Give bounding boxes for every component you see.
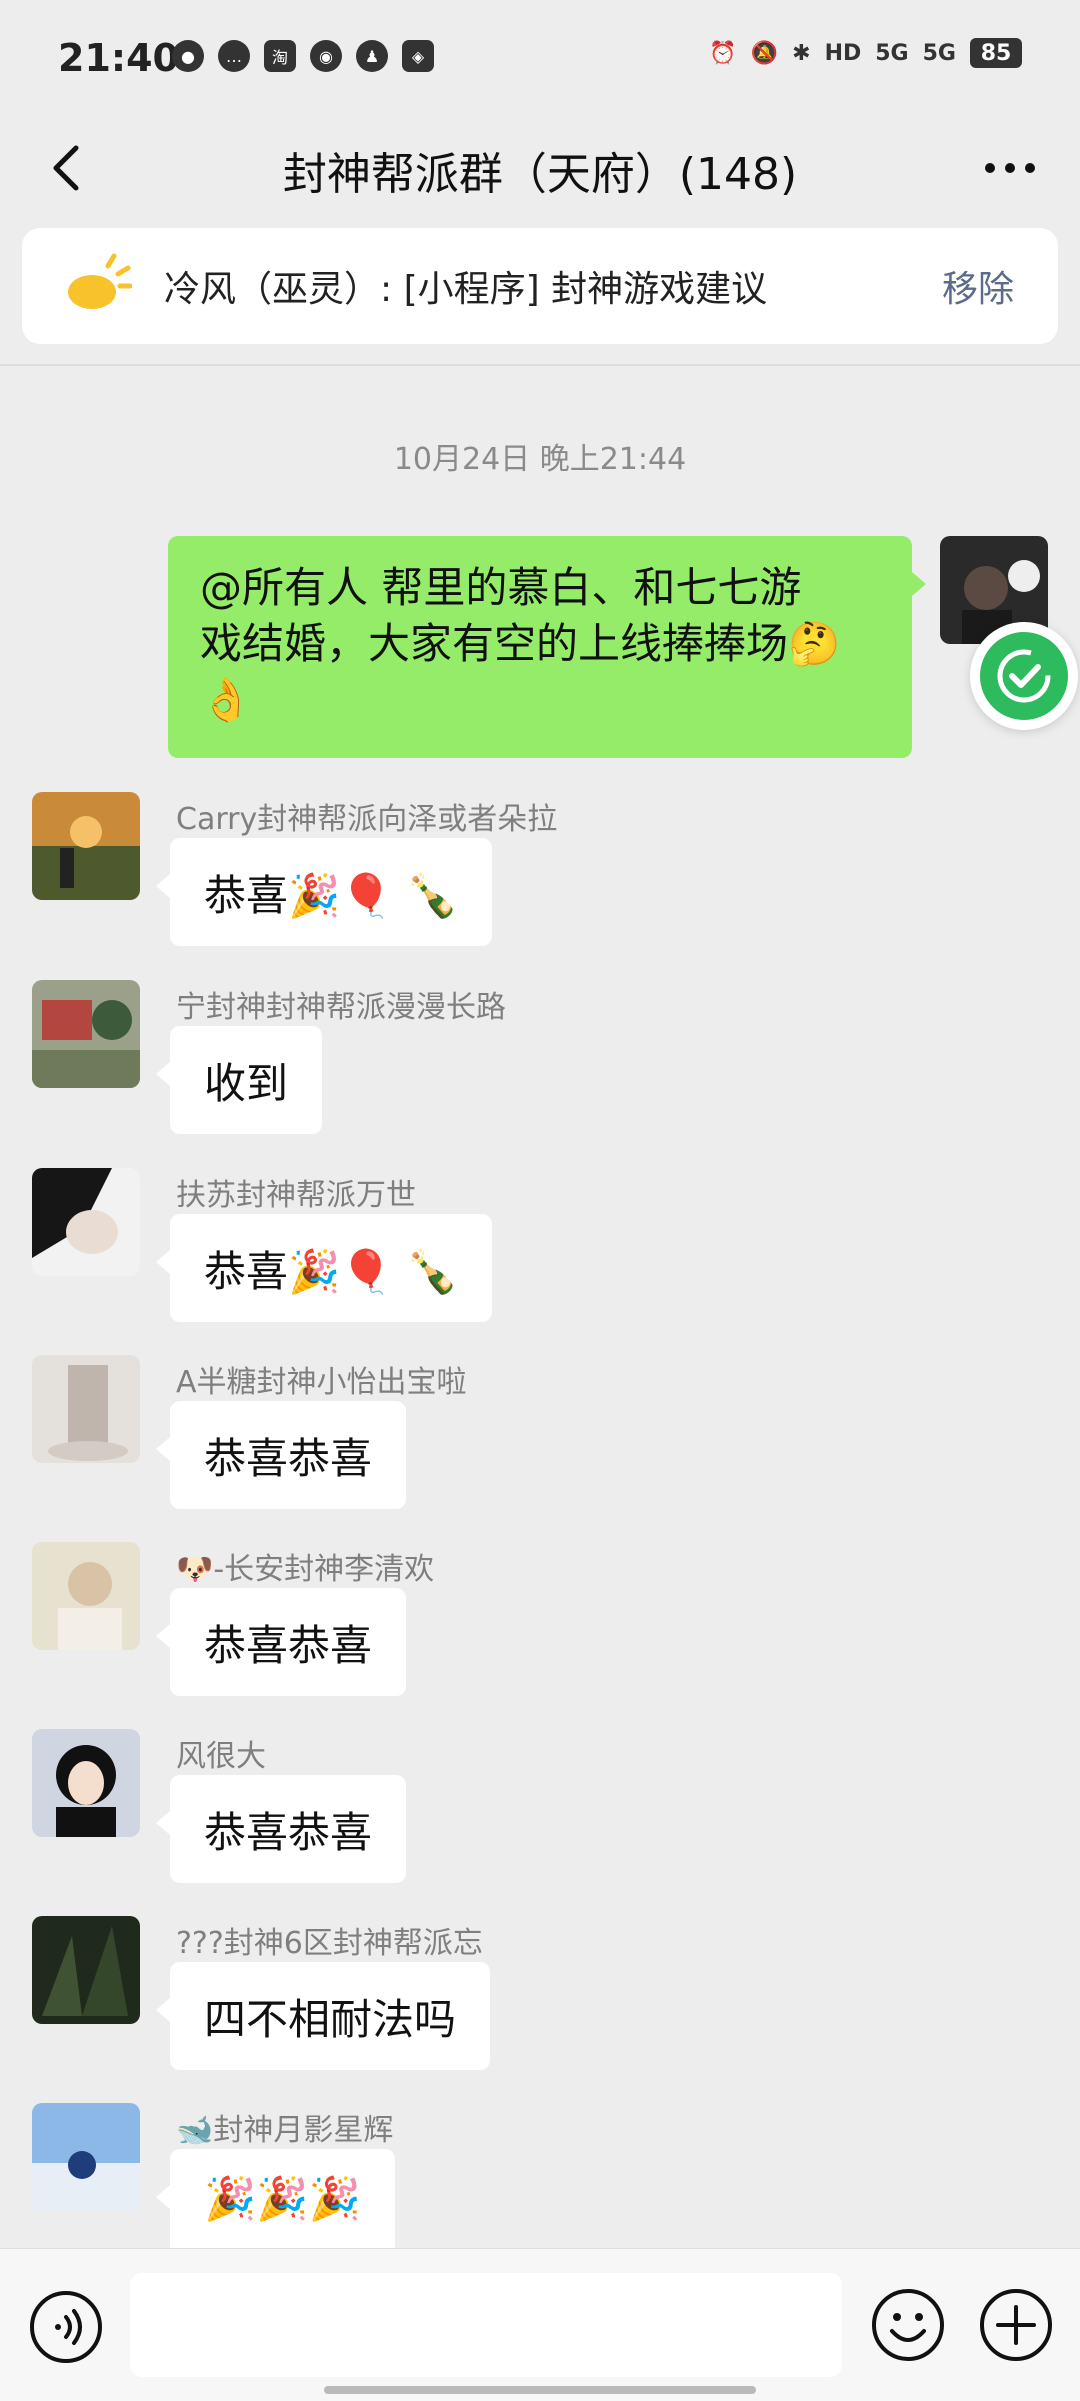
emoji-icon[interactable] xyxy=(870,2287,946,2363)
sent-message-line: @所有人 帮里的慕白、和七七游 xyxy=(200,563,802,612)
message-bubble[interactable]: 恭喜恭喜 xyxy=(155,1401,407,1509)
check-icon xyxy=(997,649,1051,703)
input-bar xyxy=(0,2248,1080,2401)
message-bubble[interactable]: 恭喜🎉🎈 🍾 xyxy=(155,838,493,946)
battery-icon: 85 xyxy=(970,38,1022,68)
sender-name: 扶苏封神帮派万世 xyxy=(176,1178,416,1213)
system-icons: ⏰ 🔕 ✱ HD 5G 5G 85 xyxy=(709,38,1022,68)
message-bubble[interactable]: 恭喜恭喜 xyxy=(155,1775,407,1883)
taobao-app-icon: 淘 xyxy=(264,40,296,72)
sender-name: 宁封神封神帮派漫漫长路 xyxy=(176,990,506,1025)
message-bubble[interactable]: 🎉🎉🎉 xyxy=(156,2149,395,2248)
divider xyxy=(0,364,1080,366)
avatar[interactable] xyxy=(32,1916,140,2024)
sent-message-bubble[interactable]: @所有人 帮里的慕白、和七七游 戏结婚，大家有空的上线捧捧场🤔 👌 xyxy=(168,536,926,758)
mute-icon: 🔕 xyxy=(750,40,779,66)
sender-name: ???封神6区封神帮派忘 xyxy=(176,1926,483,1961)
fire-app-icon: ● xyxy=(172,40,204,72)
sender-name: 🐶-长安封神李清欢 xyxy=(176,1552,435,1587)
avatar[interactable] xyxy=(32,792,140,900)
notice-text: 冷风（巫灵）: [小程序] 封神游戏建议 xyxy=(164,269,768,310)
avatar[interactable] xyxy=(32,1168,140,1276)
pinned-notice[interactable]: 冷风（巫灵）: [小程序] 封神游戏建议 移除 xyxy=(22,228,1058,344)
floating-check-button[interactable] xyxy=(970,622,1078,730)
message-timestamp: 10月24日 晚上21:44 xyxy=(393,442,687,477)
status-bar: 21:40 ● … 淘 ◉ ♟ ◈ ⏰ 🔕 ✱ HD 5G 5G 85 xyxy=(0,0,1080,120)
sent-message-line: 戏结婚，大家有空的上线捧捧场🤔 xyxy=(200,619,841,668)
game-app-icon: ◈ xyxy=(402,40,434,72)
remove-button[interactable]: 移除 xyxy=(942,260,1014,312)
more-options-icon[interactable] xyxy=(980,148,1040,188)
message-bubble[interactable]: 四不相耐法吗 xyxy=(155,1962,491,2070)
sender-name: Carry封神帮派向泽或者朵拉 xyxy=(176,802,558,837)
qq-app-icon: ♟ xyxy=(356,40,388,72)
avatar[interactable] xyxy=(32,980,140,1088)
hd-icon: HD xyxy=(824,40,862,66)
bluetooth-icon: ✱ xyxy=(792,40,811,66)
chat-header: 封神帮派群（天府）(148) xyxy=(0,120,1080,220)
avatar[interactable] xyxy=(32,1355,140,1463)
home-indicator[interactable] xyxy=(324,2386,756,2394)
sender-name: A半糖封神小怡出宝啦 xyxy=(176,1365,467,1400)
message-bubble[interactable]: 恭喜恭喜 xyxy=(155,1588,407,1696)
message-bubble[interactable]: 收到 xyxy=(155,1026,323,1134)
sender-name: 风很大 xyxy=(176,1739,266,1774)
sent-message-line: 👌 xyxy=(200,675,253,724)
weibo-app-icon: ◉ xyxy=(310,40,342,72)
status-time: 21:40 xyxy=(58,36,179,80)
sender-name: 🐋封神月影星辉 xyxy=(176,2113,394,2148)
plus-icon[interactable] xyxy=(978,2287,1054,2363)
chat-app-icon: … xyxy=(218,40,250,72)
avatar[interactable] xyxy=(32,1542,140,1650)
announcement-icon xyxy=(68,253,132,309)
avatar[interactable] xyxy=(32,2103,140,2211)
chat-title: 封神帮派群（天府）(148) xyxy=(282,149,798,200)
signal-icon: 5G xyxy=(875,40,909,66)
avatar[interactable] xyxy=(32,1729,140,1837)
alarm-icon: ⏰ xyxy=(709,40,737,66)
message-input[interactable] xyxy=(130,2273,842,2377)
notification-icons: ● … 淘 ◉ ♟ ◈ xyxy=(172,40,434,72)
message-bubble[interactable]: 恭喜🎉🎈 🍾 xyxy=(155,1214,493,1322)
voice-icon[interactable] xyxy=(28,2289,104,2365)
signal-icon-2: 5G xyxy=(922,40,956,66)
